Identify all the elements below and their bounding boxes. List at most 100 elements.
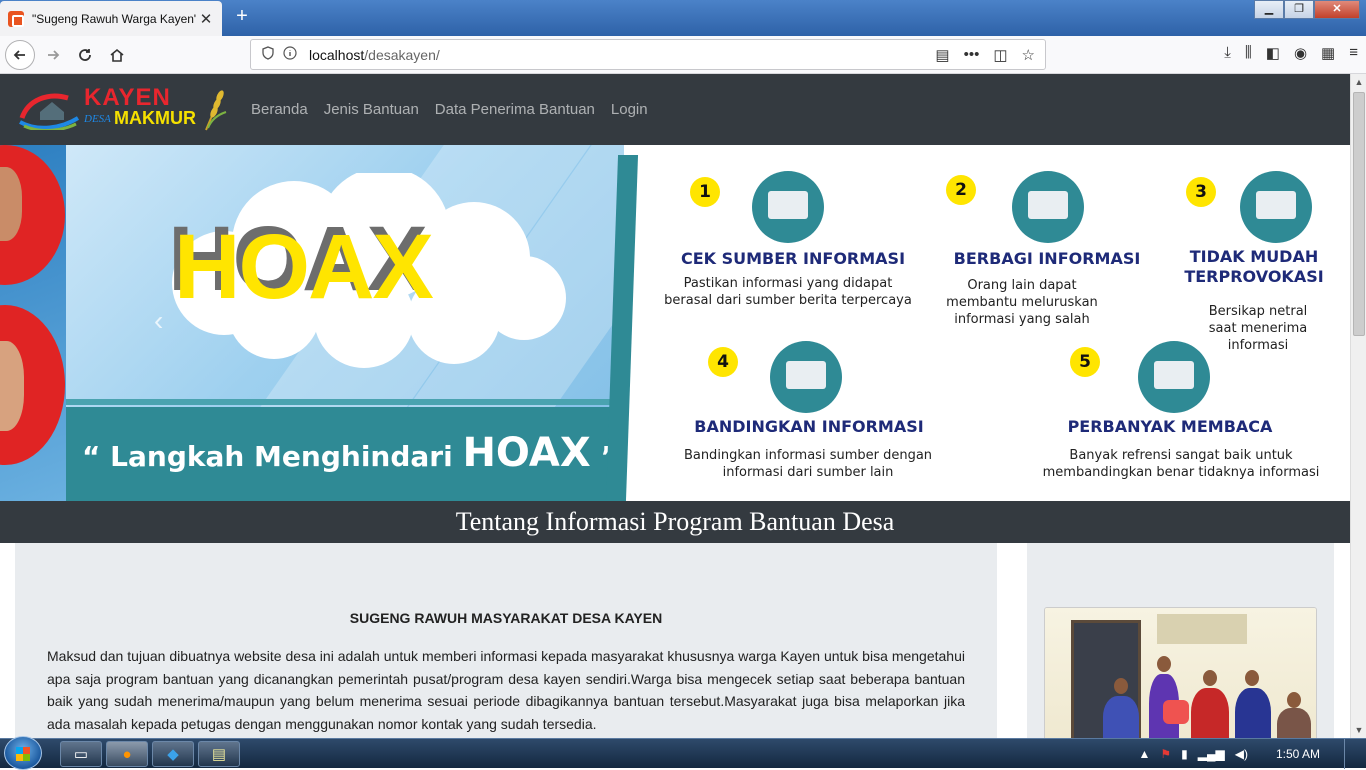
step-number: 5 (1070, 347, 1100, 377)
notepad-icon: ▤ (212, 745, 226, 763)
step-number: 4 (708, 347, 738, 377)
step-title: PERBANYAK MEMBACA (1054, 417, 1286, 437)
action-center-flag-icon[interactable]: ⚑ (1160, 747, 1171, 761)
menu-jenis-bantuan[interactable]: Jenis Bantuan (324, 101, 419, 119)
network-signal-icon[interactable]: ▂▄▆ (1198, 747, 1225, 761)
wheat-icon (200, 88, 228, 132)
hoax-headline: HOAX (174, 221, 432, 313)
photo-person (1103, 696, 1139, 738)
folder-icon: ▭ (74, 745, 88, 763)
forward-arrow-icon (45, 47, 61, 63)
photo-head (1114, 678, 1128, 694)
start-button[interactable] (4, 736, 42, 770)
url-text: localhost/desakayen/ (309, 47, 935, 63)
hero-carousel: HOAX “ Langkah Menghindari HOAX ” ‹ 1 CE… (0, 145, 1350, 501)
volume-icon[interactable]: ◀) (1235, 747, 1248, 761)
reader-view-icon[interactable]: ▤ (935, 46, 949, 64)
url-host: localhost (309, 47, 364, 63)
welcome-text: Maksud dan tujuan dibuatnya website desa… (47, 645, 965, 735)
toolbar-right: ⤓ ⫼ ◧ ◉ ▦ ≡ (1224, 44, 1358, 62)
account-icon[interactable]: ◉ (1294, 44, 1307, 62)
firefox-icon: ● (122, 746, 131, 763)
page-scrollbar[interactable]: ▲ ▼ (1350, 74, 1366, 738)
back-button[interactable] (5, 40, 35, 70)
logo-makmur-text: MAKMUR (114, 108, 196, 128)
section-title-bar: Tentang Informasi Program Bantuan Desa (0, 501, 1350, 543)
menu-login[interactable]: Login (611, 101, 648, 119)
compare-documents-icon (770, 341, 842, 413)
photo-person (1277, 708, 1311, 738)
site-logo[interactable]: KAYEN DESA MAKMUR (18, 86, 230, 134)
menu-hamburger-icon[interactable]: ≡ (1349, 44, 1358, 62)
library-icon[interactable]: ⫼ (1245, 44, 1252, 62)
step-desc: Bandingkan informasi sumber dengan infor… (678, 447, 938, 481)
extensions-icon[interactable]: ▦ (1321, 44, 1335, 62)
photo-bag (1163, 700, 1189, 724)
tracking-shield-icon[interactable] (257, 46, 279, 63)
downloads-icon[interactable]: ⤓ (1224, 44, 1231, 62)
forward-button[interactable] (38, 40, 68, 70)
reload-button[interactable] (70, 40, 100, 70)
hoax-graphic: HOAX “ Langkah Menghindari HOAX ” ‹ (66, 145, 638, 501)
browser-toolbar: localhost/desakayen/ ▤ ••• ◫ ☆ ⤓ ⫼ ◧ ◉ ▦… (0, 36, 1366, 74)
people-talking-icon (1240, 171, 1312, 243)
scroll-down-arrow-icon[interactable]: ▼ (1351, 722, 1366, 738)
clock[interactable]: 1:50 AM (1276, 747, 1320, 761)
photo-head (1203, 670, 1217, 686)
close-window-button[interactable]: ✕ (1314, 0, 1360, 19)
back-arrow-icon (12, 47, 28, 63)
slogan-prefix: “ Langkah Menghindari (82, 440, 462, 473)
scroll-up-arrow-icon[interactable]: ▲ (1351, 74, 1366, 90)
carousel-prev-button[interactable]: ‹ (154, 305, 163, 337)
url-path: /desakayen/ (364, 47, 440, 63)
bookmark-star-icon[interactable]: ☆ (1022, 46, 1035, 64)
step-number: 2 (946, 175, 976, 205)
tray-expand-icon[interactable]: ▲ (1139, 747, 1151, 761)
step-title: CEK SUMBER INFORMASI (670, 249, 916, 269)
previous-slide-peek (0, 145, 66, 501)
site-info-icon[interactable] (279, 46, 301, 63)
os-taskbar: ▭ ● ◆ ▤ ▲ ⚑ ▮ ▂▄▆ ◀) 1:50 AM (0, 738, 1366, 768)
pocket-icon[interactable]: ◫ (993, 46, 1007, 64)
hoax-steps-panel: 1 CEK SUMBER INFORMASI Pastikan informas… (624, 145, 1350, 501)
browser-tab[interactable]: "Sugeng Rawuh Warga Kayen" ✕ (0, 1, 222, 36)
scroll-thumb[interactable] (1353, 92, 1365, 336)
step-title: TIDAK MUDAH TERPROVOKASI (1174, 247, 1334, 287)
menu-beranda[interactable]: Beranda (251, 101, 308, 119)
sidebar-icon[interactable]: ◧ (1266, 44, 1280, 62)
page-viewport: KAYEN DESA MAKMUR Beranda Jenis Bantuan … (0, 74, 1350, 738)
page-actions-icon[interactable]: ••• (964, 46, 980, 64)
photo-head (1245, 670, 1259, 686)
tab-close-icon[interactable]: ✕ (196, 10, 216, 28)
vscode-taskbar-button[interactable]: ◆ (152, 741, 194, 767)
show-desktop-button[interactable] (1344, 739, 1356, 769)
menu-data-penerima-bantuan[interactable]: Data Penerima Bantuan (435, 101, 595, 119)
home-button[interactable] (102, 40, 132, 70)
main-menu: Beranda Jenis Bantuan Data Penerima Bant… (251, 101, 648, 119)
firefox-taskbar-button[interactable]: ● (106, 741, 148, 767)
url-bar[interactable]: localhost/desakayen/ ▤ ••• ◫ ☆ (250, 39, 1046, 70)
step-number: 3 (1186, 177, 1216, 207)
maximize-button[interactable]: ❐ (1284, 0, 1314, 19)
smartphone-reading-icon (1138, 341, 1210, 413)
step-title: BERBAGI INFORMASI (936, 249, 1158, 269)
step-desc: Pastikan informasi yang didapat berasal … (658, 275, 918, 309)
welcome-card: SUGENG RAWUH MASYARAKAT DESA KAYEN Maksu… (15, 543, 997, 738)
welcome-heading: SUGENG RAWUH MASYARAKAT DESA KAYEN (15, 609, 997, 627)
notepad-taskbar-button[interactable]: ▤ (198, 741, 240, 767)
content-area: SUGENG RAWUH MASYARAKAT DESA KAYEN Maksu… (0, 543, 1350, 738)
photo-head (1287, 692, 1301, 708)
url-actions: ▤ ••• ◫ ☆ (935, 46, 1035, 64)
reload-icon (77, 47, 93, 63)
logo-kayen-text: KAYEN (84, 86, 171, 110)
new-tab-button[interactable]: + (230, 4, 254, 28)
minimize-button[interactable]: ▁ (1254, 0, 1284, 19)
device-icon[interactable]: ▮ (1181, 747, 1188, 761)
printer-share-icon (1012, 171, 1084, 243)
file-explorer-button[interactable]: ▭ (60, 741, 102, 767)
vscode-icon: ◆ (167, 745, 179, 763)
home-icon (109, 47, 125, 63)
distribution-photo (1044, 607, 1317, 738)
tab-title: "Sugeng Rawuh Warga Kayen" (32, 12, 196, 26)
slogan-text: “ Langkah Menghindari HOAX ” (82, 433, 619, 477)
